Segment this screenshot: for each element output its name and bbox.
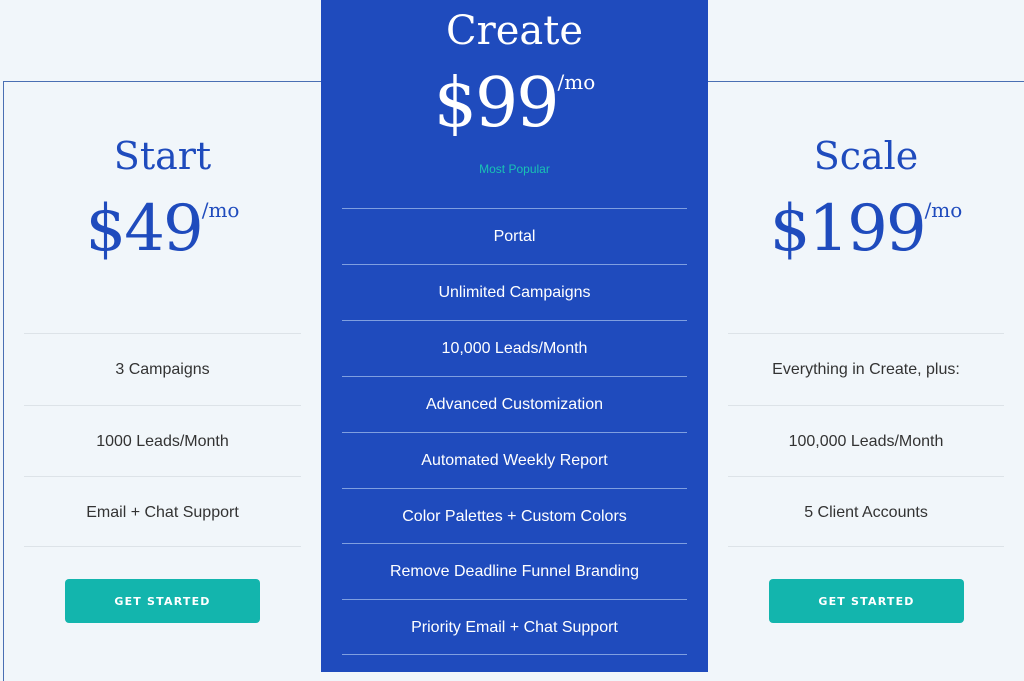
most-popular-badge: Most Popular xyxy=(479,162,550,176)
price-amount: $49 xyxy=(85,192,204,266)
plan-title: Create xyxy=(446,8,583,54)
feature-item: Color Palettes + Custom Colors xyxy=(342,488,687,544)
plan-price: $99/mo xyxy=(321,64,708,143)
feature-item: 100,000 Leads/Month xyxy=(728,405,1004,476)
plan-price: $199/mo xyxy=(708,192,1024,266)
plan-card-scale: Scale $199/mo Everything in Create, plus… xyxy=(708,81,1024,681)
price-amount: $99 xyxy=(433,64,560,143)
feature-item: Automated Weekly Report xyxy=(342,432,687,488)
feature-item: 10,000 Leads/Month xyxy=(342,320,687,376)
price-period: /mo xyxy=(201,198,240,222)
feature-item: Priority Email + Chat Support xyxy=(342,599,687,655)
feature-item: 3 Campaigns xyxy=(24,333,301,404)
feature-item: Portal xyxy=(342,208,687,264)
plan-price: $49/mo xyxy=(4,192,321,266)
feature-item: 1000 Leads/Month xyxy=(24,405,301,476)
feature-item: 5 Client Accounts xyxy=(728,476,1004,547)
feature-item: Advanced Customization xyxy=(342,376,687,432)
plan-title: Start xyxy=(113,134,212,178)
price-period: /mo xyxy=(557,70,596,94)
plan-card-start: Start $49/mo 3 Campaigns 1000 Leads/Mont… xyxy=(3,81,321,681)
feature-item: Everything in Create, plus: xyxy=(728,333,1004,404)
price-period: /mo xyxy=(924,198,963,222)
feature-item: Email + Chat Support xyxy=(24,476,301,547)
price-amount: $199 xyxy=(769,192,927,266)
feature-item: Remove Deadline Funnel Branding xyxy=(342,543,687,599)
get-started-button[interactable]: GET STARTED xyxy=(769,579,964,623)
plan-title: Scale xyxy=(813,134,919,178)
plan-card-create: Create $99/mo Most Popular Portal Unlimi… xyxy=(321,0,708,672)
get-started-button[interactable]: GET STARTED xyxy=(65,579,260,623)
feature-item: Unlimited Campaigns xyxy=(342,264,687,320)
